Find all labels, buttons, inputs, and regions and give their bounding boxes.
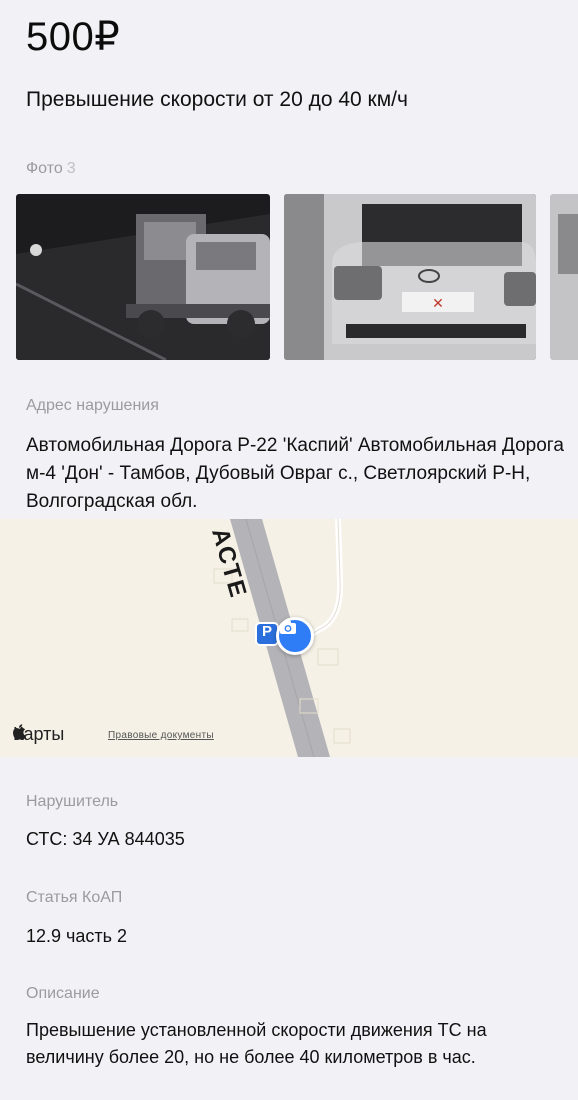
parking-sign-label: P: [261, 623, 272, 640]
photos-label-text: Фото: [26, 160, 63, 177]
fine-title: Превышение скорости от 20 до 40 км/ч: [26, 88, 408, 111]
photo-thumbnail-2[interactable]: ✕: [284, 194, 536, 360]
description-text: Превышение установленной скорости движен…: [26, 1020, 487, 1067]
camera-marker[interactable]: [276, 617, 314, 655]
photos-label: Фото 3: [26, 160, 76, 178]
photo-thumbnail-3[interactable]: [550, 194, 578, 360]
fine-amount: 500₽: [26, 15, 121, 59]
svg-text:✕: ✕: [432, 296, 444, 312]
address-label: Адрес нарушения: [26, 397, 159, 414]
article-value: 12.9 часть 2: [26, 926, 128, 946]
legal-documents-link[interactable]: Правовые документы: [108, 730, 214, 741]
photo-thumbnail-1[interactable]: [16, 194, 270, 360]
camera-icon: [280, 621, 296, 634]
violator-value: СТС: 34 УА 844035: [26, 829, 185, 849]
photo-carousel[interactable]: ✕: [16, 194, 578, 360]
address-text: Автомобильная Дорога Р-22 'Каспий' Автом…: [26, 435, 564, 512]
violation-map[interactable]: АСТЕ P Карты Правовые документы: [0, 519, 578, 757]
violator-label: Нарушитель: [26, 793, 119, 810]
photos-count: 3: [66, 160, 76, 177]
article-label: Статья КоАП: [26, 889, 123, 906]
maps-brand: Карты: [12, 724, 64, 745]
description-label: Описание: [26, 985, 100, 1002]
